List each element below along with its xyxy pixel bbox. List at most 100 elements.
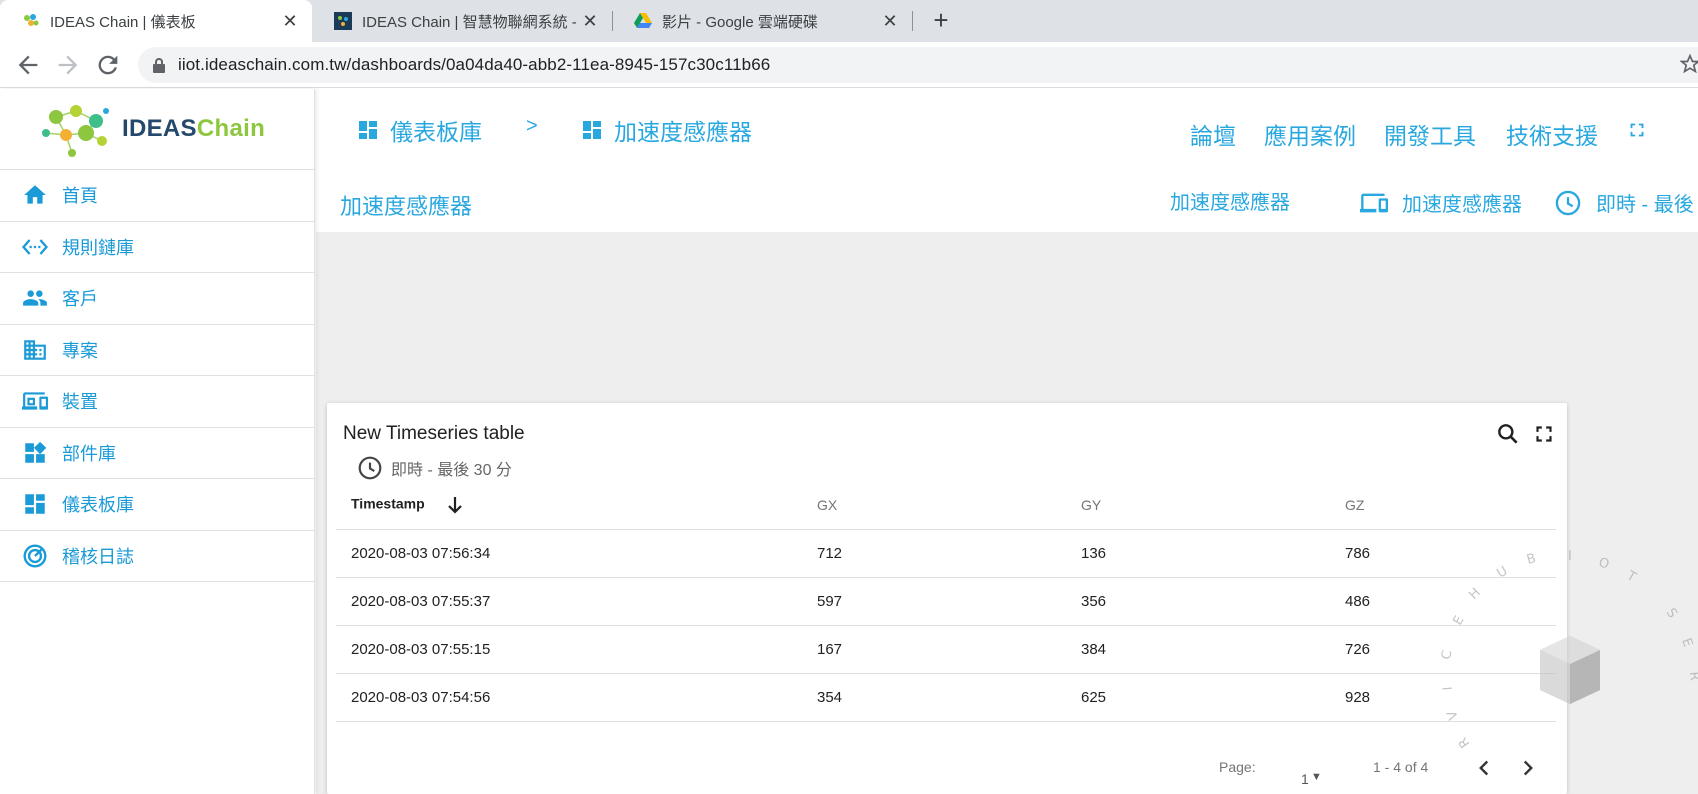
dashboard-icon [583, 121, 601, 139]
cell-gx: 597 [802, 577, 1066, 626]
cell-gx: 712 [802, 529, 1066, 578]
widgets-icon [25, 441, 47, 463]
table-row[interactable]: 2020-08-03 07:55:15 167 384 726 [336, 625, 1556, 674]
sidebar-item-label: 客戶 [62, 289, 98, 310]
column-header-timestamp[interactable]: Timestamp [336, 481, 802, 530]
dropdown-arrow-icon: ▼ [1311, 771, 1322, 783]
building-icon [24, 340, 46, 360]
url-text: iiot.ideaschain.com.tw/dashboards/0a04da… [178, 55, 771, 74]
dashboard-icon [25, 494, 45, 514]
chevron-right-icon[interactable] [1515, 755, 1541, 781]
bookmark-star-icon[interactable] [1680, 54, 1698, 74]
cell-timestamp: 2020-08-03 07:56:34 [336, 529, 802, 578]
logo-wordmark: IDEASChain [122, 115, 266, 142]
clock-icon [1555, 190, 1581, 215]
table-header-row: Timestamp GX GY GZ [336, 481, 1556, 530]
breadcrumb-dashboards[interactable]: 儀表板庫 [356, 113, 482, 147]
cell-gy: 384 [1066, 625, 1330, 674]
browser-tab-system[interactable]: IDEAS Chain | 智慧物聯網系統 - ✕ [312, 0, 612, 42]
table-row[interactable]: 2020-08-03 07:56:34 712 136 786 [336, 529, 1556, 578]
ideaschain-favicon-icon [24, 14, 39, 26]
cell-gx: 354 [802, 673, 1066, 722]
breadcrumb-separator: > [526, 115, 538, 137]
tab-divider [912, 11, 913, 31]
browser-tab-bar: IDEAS Chain | 儀表板 ✕ IDEAS Chain | 智慧物聯網系… [0, 0, 1698, 42]
search-icon[interactable] [1495, 421, 1521, 447]
reload-icon[interactable] [94, 51, 122, 79]
table-row[interactable]: 2020-08-03 07:55:37 597 356 486 [336, 577, 1556, 626]
clock-icon [358, 456, 382, 480]
sidebar-item-label: 專案 [62, 340, 98, 361]
sidebar-item-label: 規則鏈庫 [62, 237, 134, 258]
column-header-gx[interactable]: GX [802, 481, 1066, 530]
dashboard-state-select[interactable]: 加速度感應器 [1170, 186, 1290, 215]
fullscreen-icon[interactable] [1626, 119, 1648, 141]
link-dev-tools[interactable]: 開發工具 [1384, 117, 1476, 151]
sidebar-item-rule-chains[interactable]: 規則鏈庫 [0, 222, 314, 273]
state-label: 加速度感應器 [1170, 192, 1290, 214]
browser-tab-drive[interactable]: 影片 - Google 雲端硬碟 ✕ [612, 0, 912, 42]
tab-title: IDEAS Chain | 智慧物聯網系統 - [362, 13, 577, 31]
entity-alias-select[interactable]: 加速度感應器 [1360, 188, 1522, 217]
timewindow-label: 即時 - 最後 [1596, 194, 1694, 216]
dashboard-title: 加速度感應器 [340, 194, 473, 219]
sidebar-item-audit-logs[interactable]: 稽核日誌 [0, 531, 314, 582]
ideaschain-logo-icon [42, 105, 109, 157]
home-icon [24, 185, 46, 204]
sidebar-item-widgets[interactable]: 部件庫 [0, 428, 314, 479]
cell-gz: 928 [1330, 673, 1556, 722]
table-row[interactable]: 2020-08-03 07:54:56 354 625 928 [336, 673, 1556, 722]
cell-gz: 486 [1330, 577, 1556, 626]
sidebar-item-label: 部件庫 [62, 443, 116, 464]
breadcrumb-label: 儀表板庫 [390, 119, 482, 145]
close-tab-icon[interactable]: ✕ [580, 11, 600, 32]
browser-tab-dashboard[interactable]: IDEAS Chain | 儀表板 ✕ [0, 0, 312, 42]
tab-title: IDEAS Chain | 儀表板 [50, 13, 196, 31]
column-header-gy[interactable]: GY [1066, 481, 1330, 530]
widget-timewindow[interactable]: 即時 - 最後 30 分 [357, 455, 512, 481]
main-content: 儀表板庫 > 加速度感應器 論壇 應用案例 開發工具 技術支援 加速度感應器 加… [316, 89, 1698, 794]
timewindow-select[interactable]: 即時 - 最後 [1554, 188, 1694, 217]
ideaschain-favicon-icon [334, 12, 352, 30]
sidebar: IDEASChain 首頁 規則鏈庫 客戶 專案 裝置 部件庫 儀表板庫 稽核日… [0, 89, 315, 794]
cell-gz: 786 [1330, 529, 1556, 578]
chevron-left-icon[interactable] [1471, 755, 1497, 781]
fullscreen-icon[interactable] [1531, 421, 1557, 447]
new-tab-button[interactable]: + [926, 6, 956, 36]
sidebar-item-label: 儀表板庫 [62, 495, 134, 516]
cell-gy: 136 [1066, 529, 1330, 578]
sidebar-item-devices[interactable]: 裝置 [0, 376, 314, 428]
dashboard-header: 儀表板庫 > 加速度感應器 論壇 應用案例 開發工具 技術支援 加速度感應器 加… [316, 89, 1698, 232]
sidebar-item-home[interactable]: 首頁 [0, 170, 314, 222]
lock-icon [153, 58, 165, 73]
back-arrow-icon[interactable] [14, 51, 42, 79]
link-use-cases[interactable]: 應用案例 [1264, 117, 1356, 151]
dashboard-icon [359, 121, 377, 139]
tab-title: 影片 - Google 雲端硬碟 [662, 13, 818, 31]
close-tab-icon[interactable]: ✕ [880, 11, 900, 32]
track-changes-icon [23, 544, 47, 568]
cell-gx: 167 [802, 625, 1066, 674]
ideaschain-logo[interactable]: IDEASChain [0, 89, 314, 170]
timeseries-table: Timestamp GX GY GZ 2020-08-03 07:56:34 7… [336, 481, 1556, 722]
forward-arrow-icon[interactable] [54, 51, 82, 79]
breadcrumb-current[interactable]: 加速度感應器 [580, 113, 752, 147]
sidebar-item-dashboards[interactable]: 儀表板庫 [0, 479, 314, 531]
link-support[interactable]: 技術支援 [1506, 117, 1598, 151]
devices-icon [22, 392, 48, 410]
cell-gy: 356 [1066, 577, 1330, 626]
devices-icon [1360, 193, 1388, 212]
close-tab-icon[interactable]: ✕ [280, 11, 300, 32]
widget-title: New Timeseries table [343, 423, 525, 444]
sidebar-item-customers[interactable]: 客戶 [0, 273, 314, 325]
arrow-down-icon[interactable] [443, 493, 467, 517]
table-pagination: Page: 1 ▼ 1 - 4 of 4 [327, 747, 1567, 787]
entity-alias-label: 加速度感應器 [1402, 194, 1522, 216]
column-header-gz[interactable]: GZ [1330, 481, 1556, 530]
widget-timewindow-label: 即時 - 最後 30 分 [391, 462, 512, 479]
link-forum[interactable]: 論壇 [1190, 117, 1236, 151]
sidebar-item-projects[interactable]: 專案 [0, 325, 314, 376]
sidebar-item-label: 稽核日誌 [62, 546, 134, 567]
address-bar[interactable]: iiot.ideaschain.com.tw/dashboards/0a04da… [138, 47, 1698, 83]
cell-timestamp: 2020-08-03 07:54:56 [336, 673, 802, 722]
